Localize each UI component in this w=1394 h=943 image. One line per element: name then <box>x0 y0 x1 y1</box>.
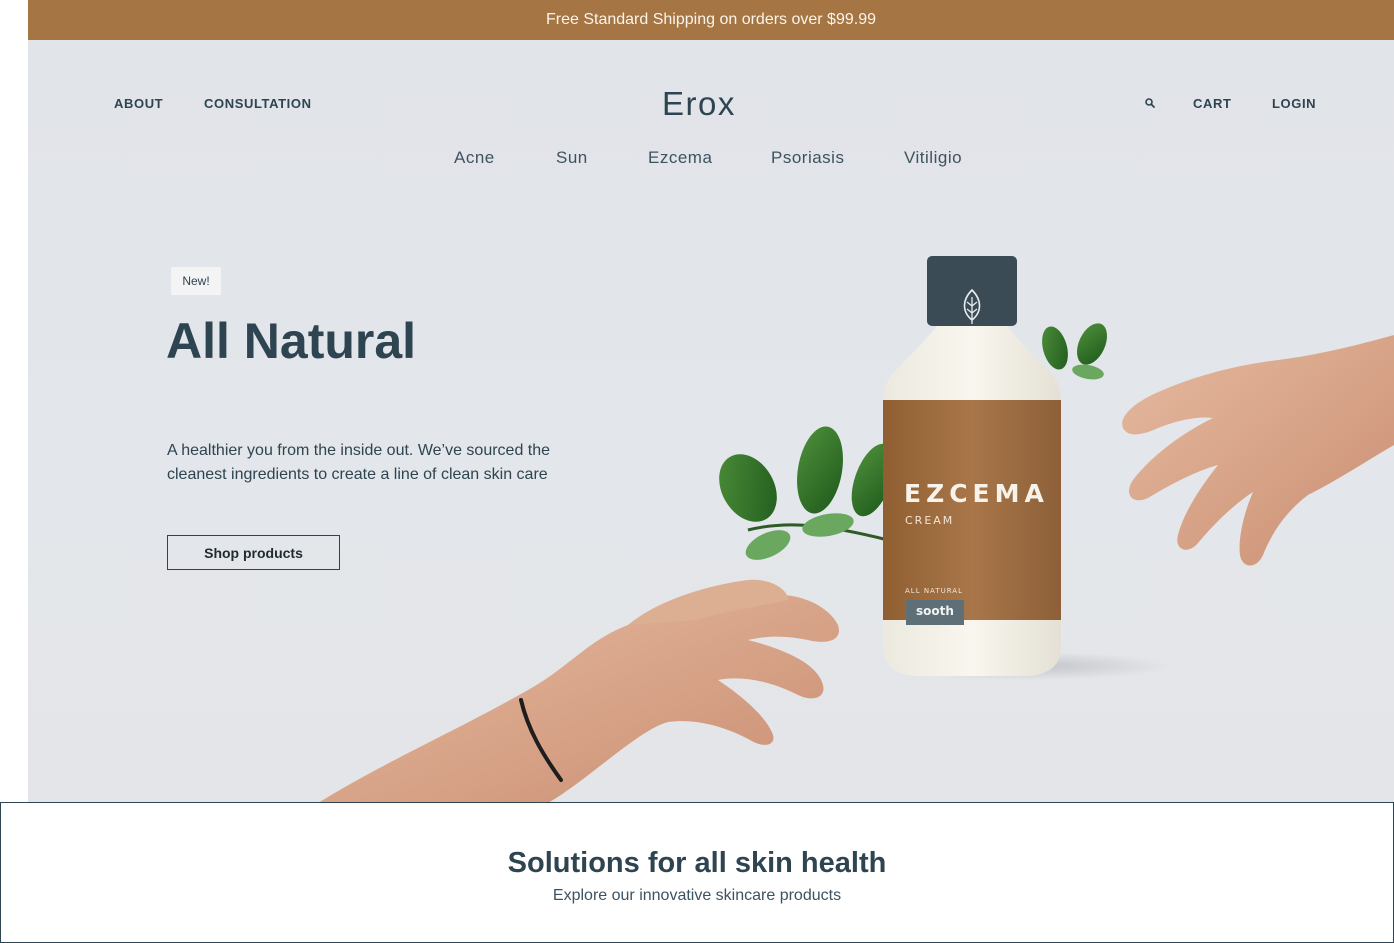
category-vitiligio[interactable]: Vitiligio <box>904 148 962 168</box>
product-name: EZCEMA <box>904 479 1049 508</box>
category-acne[interactable]: Acne <box>454 148 495 168</box>
category-sun[interactable]: Sun <box>556 148 588 168</box>
solutions-title: Solutions for all skin health <box>507 847 887 879</box>
right-hand <box>1122 335 1394 566</box>
nav-about[interactable]: ABOUT <box>114 96 163 111</box>
hero-section: EZCEMA CREAM ALL NATURAL sooth ABOUT CON… <box>28 40 1394 803</box>
new-badge: New! <box>171 267 221 295</box>
nav-login[interactable]: LOGIN <box>1272 96 1316 111</box>
product-bottle <box>883 256 1061 676</box>
left-leaves <box>719 426 895 560</box>
product-tagline: ALL NATURAL <box>905 587 963 595</box>
nav-cart[interactable]: CART <box>1193 96 1232 111</box>
left-hand <box>318 579 839 803</box>
hero-title: All Natural <box>166 313 417 369</box>
shop-products-button[interactable]: Shop products <box>167 535 340 570</box>
product-type: CREAM <box>905 514 955 527</box>
solutions-section: Solutions for all skin health Explore ou… <box>0 802 1394 943</box>
product-brand: sooth <box>916 604 954 618</box>
nav-consultation[interactable]: CONSULTATION <box>204 96 312 111</box>
promo-bar: Free Standard Shipping on orders over $9… <box>28 0 1394 40</box>
search-icon[interactable] <box>1144 97 1156 109</box>
category-ezcema[interactable]: Ezcema <box>648 148 712 168</box>
solutions-subtitle: Explore our innovative skincare products <box>552 887 842 904</box>
hero-description: A healthier you from the inside out. We’… <box>167 442 551 483</box>
brand-logo[interactable]: Erox <box>662 85 736 123</box>
category-psoriasis[interactable]: Psoriasis <box>771 148 844 168</box>
promo-text: Free Standard Shipping on orders over $9… <box>546 11 876 28</box>
